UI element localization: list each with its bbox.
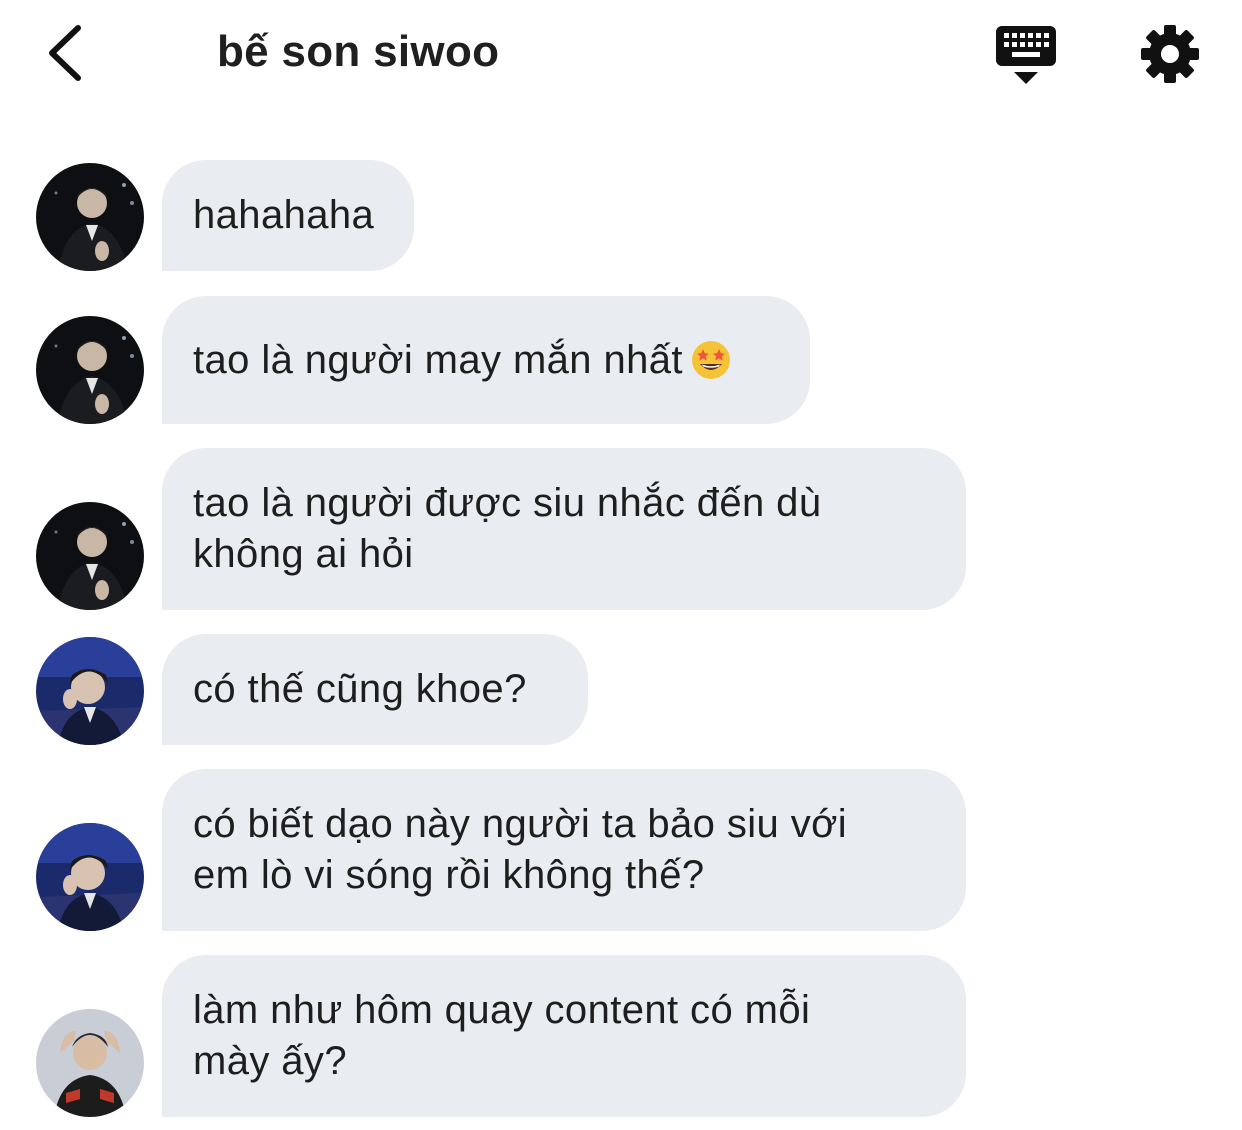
avatar[interactable] (36, 1009, 144, 1117)
avatar[interactable] (36, 502, 144, 610)
star-struck-emoji-icon (691, 340, 731, 380)
settings-button[interactable] (1138, 22, 1202, 86)
message-bubble[interactable]: có biết dạo này người ta bảo siu với em … (162, 769, 966, 931)
message-text: có thế cũng khoe? (193, 667, 527, 711)
chevron-left-icon (49, 25, 81, 81)
avatar[interactable] (36, 163, 144, 271)
avatar[interactable] (36, 316, 144, 424)
message-text: có biết dạo này người ta bảo siu với em … (193, 802, 848, 897)
keyboard-toggle-button[interactable] (992, 22, 1060, 88)
message-text: làm như hôm quay content có mỗi mày ấy? (193, 988, 811, 1083)
contact-name[interactable]: bế son siwoo (217, 26, 499, 78)
avatar[interactable] (36, 637, 144, 745)
chat-header: bế son siwoo (0, 0, 1242, 110)
message-text: tao là người may mắn nhất (193, 337, 683, 382)
gear-icon (1141, 25, 1199, 83)
message-bubble[interactable]: hahahaha (162, 160, 414, 271)
message-text: tao là người được siu nhắc đến dù không … (193, 481, 822, 576)
message-bubble[interactable]: tao là người may mắn nhất (162, 296, 810, 424)
back-button[interactable] (40, 20, 100, 86)
message-bubble[interactable]: có thế cũng khoe? (162, 634, 588, 745)
avatar[interactable] (36, 823, 144, 931)
message-text: hahahaha (193, 193, 375, 237)
message-bubble[interactable]: tao là người được siu nhắc đến dù không … (162, 448, 966, 610)
keyboard-hide-icon (996, 26, 1056, 84)
message-bubble[interactable]: làm như hôm quay content có mỗi mày ấy? (162, 955, 966, 1117)
